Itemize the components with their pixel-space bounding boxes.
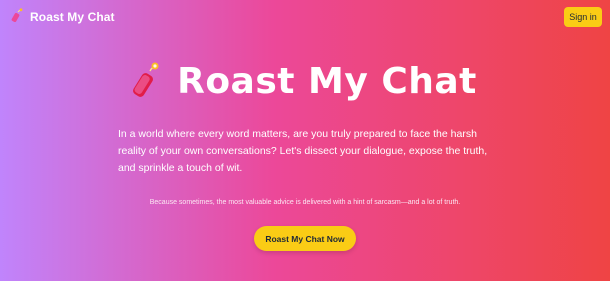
brand[interactable]: Roast My Chat [11,7,115,27]
firecracker-icon [133,60,163,103]
hero-title-row: Roast My Chat [0,60,610,103]
hero-subtitle: Because sometimes, the most valuable adv… [149,199,461,206]
hero-description: In a world where every word matters, are… [118,128,488,174]
brand-label: Roast My Chat [30,10,115,24]
sign-in-button[interactable]: Sign in [564,7,602,27]
navbar: Roast My Chat Sign in [0,0,610,34]
firecracker-icon [11,7,24,27]
roast-my-chat-now-button[interactable]: Roast My Chat Now [254,226,356,251]
page-title: Roast My Chat [177,61,477,102]
